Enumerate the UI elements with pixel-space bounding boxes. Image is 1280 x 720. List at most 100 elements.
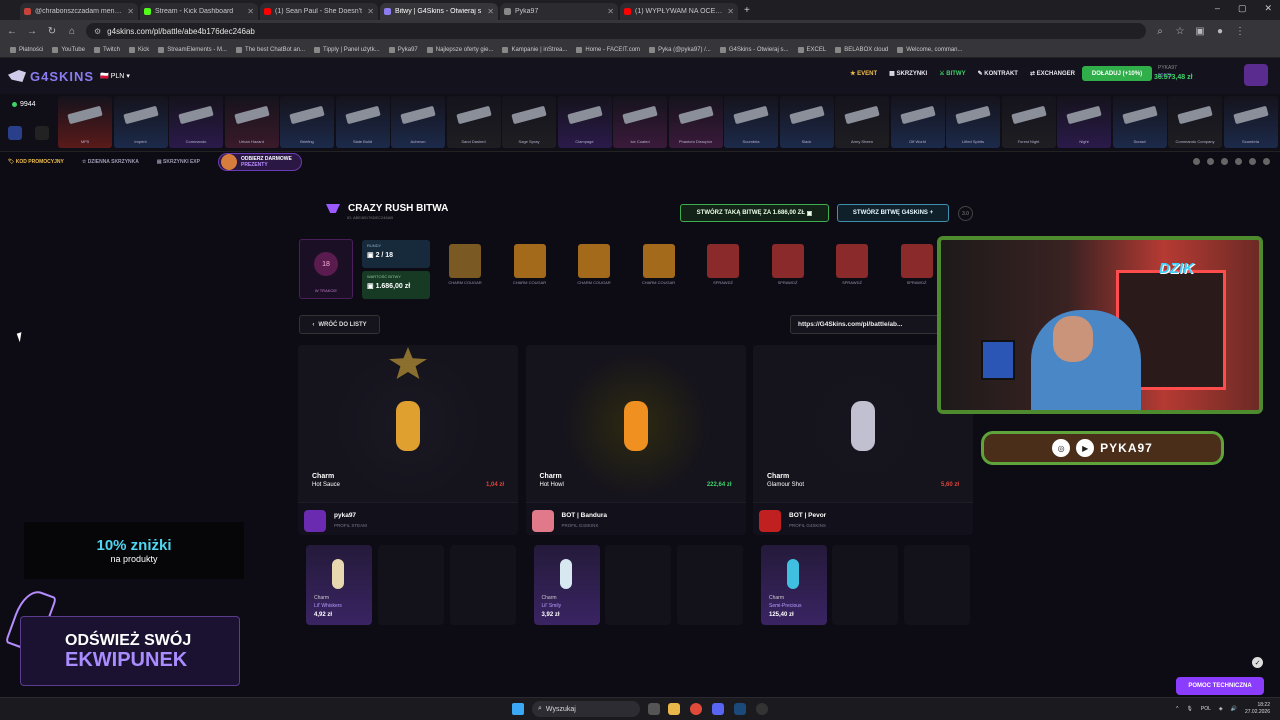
bookmark-item[interactable]: Home - FACEIT.com [576,46,640,53]
nav-contract[interactable]: ✎ KONTRAKT [978,70,1018,77]
task-view-icon[interactable] [648,703,660,715]
site-logo[interactable]: G4SKINS [8,69,94,84]
browser-tab[interactable]: Pyka97 ✕ [500,3,618,20]
player-profile-link[interactable]: PROFIL G4SKINS [562,523,599,528]
live-drop-item[interactable]: MP5 [58,96,112,148]
forward-icon[interactable]: → [26,26,38,37]
live-drop-item[interactable]: Sand Dashed [446,96,501,148]
close-tab-icon[interactable]: ✕ [367,7,374,16]
extensions-icon[interactable]: ▣ [1194,26,1206,37]
live-drop-item[interactable]: Phantom Disruptor [668,96,723,148]
telegram-icon[interactable] [1263,158,1270,165]
new-tab-button[interactable]: + [744,5,750,16]
create-same-battle-button[interactable]: STWÓRZ TAKĄ BITWĘ ZA 1.686,00 ZŁ ▣ [680,204,829,222]
live-drop-item[interactable]: Lifted Spirits [946,96,1000,148]
live-drop-item[interactable]: Slate Build [335,96,390,148]
clock[interactable]: 18:22 27.02.2026 [1245,702,1270,716]
live-drop-item[interactable]: Commando Company [1168,96,1222,148]
bookmark-item[interactable]: StreamElements - M... [158,46,227,53]
obs-icon[interactable] [756,703,768,715]
close-tab-icon[interactable]: ✕ [127,7,134,16]
facebook-icon[interactable] [1193,158,1200,165]
live-drop-item[interactable]: Acheron [391,96,445,148]
bookmark-item[interactable]: Kick [128,46,149,53]
live-drop-item[interactable]: Ice Coaled [613,96,667,148]
user-info[interactable]: PYKA97 59125 36.573,48 zł [1154,64,1193,81]
profile-icon[interactable]: ● [1214,26,1226,37]
nav-exchanger[interactable]: ⇄ EXCHANGER [1030,70,1075,77]
check-icon[interactable]: ✓ [1252,657,1263,668]
battle-case[interactable]: SPRAWDŹ [830,242,874,294]
mic-icon[interactable]: 🎙 [1187,706,1193,712]
won-item-card[interactable]: Charm Lil' Whiskers 4,92 zł [306,545,372,625]
avatar[interactable] [1244,64,1268,86]
instagram-icon[interactable] [1207,158,1214,165]
bookmark-item[interactable]: G4Skins - Otwieraj s... [719,46,789,53]
charm-item-icon[interactable] [623,401,648,451]
nav-cases[interactable]: ▦ SKRZYNKI [889,70,927,77]
file-explorer-icon[interactable] [668,703,680,715]
nav-event[interactable]: ★ EVENT [850,70,877,77]
live-drop-item[interactable]: Scrawl [1112,96,1167,148]
live-drop-item[interactable]: Scumbria [724,96,778,148]
chevron-up-icon[interactable]: ^ [1176,706,1178,712]
battle-case[interactable]: CHARM COUGAR [443,242,487,294]
browser-tab[interactable]: @chrabonszczadam mention ✕ [20,3,138,20]
battle-case[interactable]: CHARM COUGAR [508,242,552,294]
create-g4-battle-button[interactable]: STWÓRZ BITWĘ G4SKINS + [837,204,949,222]
zoom-icon[interactable]: ⌕ [1154,26,1166,37]
live-drop-item[interactable]: Commando [169,96,223,148]
live-drop-item[interactable]: Night [1057,96,1111,148]
bookmark-item[interactable]: Najlepsze oferty gie... [426,46,493,53]
promo-code-link[interactable]: 🏷 KOD PROMOCYJNY [8,159,64,165]
taskbar-search[interactable]: ⌕ Wyszukaj [532,701,640,717]
support-button[interactable]: POMOC TECHNICZNA [1176,677,1264,695]
bookmark-item[interactable]: BELABOX cloud [835,46,888,53]
home-icon[interactable]: ⌂ [66,26,78,37]
bookmark-item[interactable]: The best ChatBot an... [235,46,305,53]
close-tab-icon[interactable]: ✕ [247,7,254,16]
volume-icon[interactable]: 🔊 [1231,706,1237,712]
player-profile-link[interactable]: PROFIL STEAM [334,523,367,528]
live-drop-item[interactable]: Slack [779,96,834,148]
battle-case[interactable]: SPRAWDŹ [895,242,939,294]
won-item-card[interactable]: Charm Lil' Smily 3,92 zł [533,545,600,625]
bookmark-star-icon[interactable]: ☆ [1174,26,1186,37]
live-drop-item[interactable]: Army Sheen [835,96,889,148]
currency-select[interactable]: 🇵🇱 PLN ▾ [100,72,130,80]
live-drop-item[interactable]: Clampage [557,96,612,148]
exp-cases-link[interactable]: ▤ SKRZYNKI EXP [157,159,200,165]
live-drop-item[interactable]: Scumbria [1223,96,1278,148]
player-profile-link[interactable]: PROFIL G4SKINS [789,523,826,528]
discord-icon[interactable] [1249,158,1256,165]
close-window-icon[interactable]: ✕ [1264,3,1272,14]
fairness-button[interactable]: 3.0 [958,206,973,221]
bookmark-item[interactable]: Pyka97 [388,46,418,53]
browser-tab[interactable]: Stream - Kick Dashboard ✕ [140,3,258,20]
live-drop-item[interactable]: Briefing [280,96,334,148]
bookmark-item[interactable]: Kampanie | inStrea... [502,46,567,53]
player-row[interactable]: BOT | Pevor PROFIL G4SKINS [753,502,973,535]
battle-case[interactable]: SPRAWDŹ [766,242,810,294]
x-icon[interactable] [1221,158,1228,165]
grid-view-button[interactable] [8,126,22,140]
battle-link-field[interactable]: https://G4Skins.com/pl/battle/ab... [790,315,940,334]
topup-button[interactable]: DOŁADUJ (+10%) [1082,66,1152,81]
windows-start-icon[interactable] [512,703,524,715]
close-tab-icon[interactable]: ✕ [727,7,734,16]
back-to-list-button[interactable]: ‹ WRÓĆ DO LISTY [299,315,380,334]
bookmark-item[interactable]: YouTube [52,46,85,53]
menu-icon[interactable]: ⋮ [1234,26,1246,37]
language-indicator[interactable]: POL [1201,706,1211,712]
maximize-icon[interactable]: ▢ [1238,3,1247,14]
close-tab-icon[interactable]: ✕ [487,7,494,16]
bookmark-item[interactable]: Tipply | Panel użytk... [314,46,380,53]
daily-case-link[interactable]: ☆ DZIENNA SKRZYNKA [82,159,139,165]
browser-tab[interactable]: (1) Sean Paul - She Doesn't ✕ [260,3,378,20]
crown-filter-button[interactable] [35,126,49,140]
reload-icon[interactable]: ↻ [46,26,58,37]
site-info-icon[interactable]: ⚙ [94,27,101,36]
bookmark-item[interactable]: Twitch [93,46,120,53]
youtube-icon[interactable] [1235,158,1242,165]
discord-icon[interactable] [712,703,724,715]
